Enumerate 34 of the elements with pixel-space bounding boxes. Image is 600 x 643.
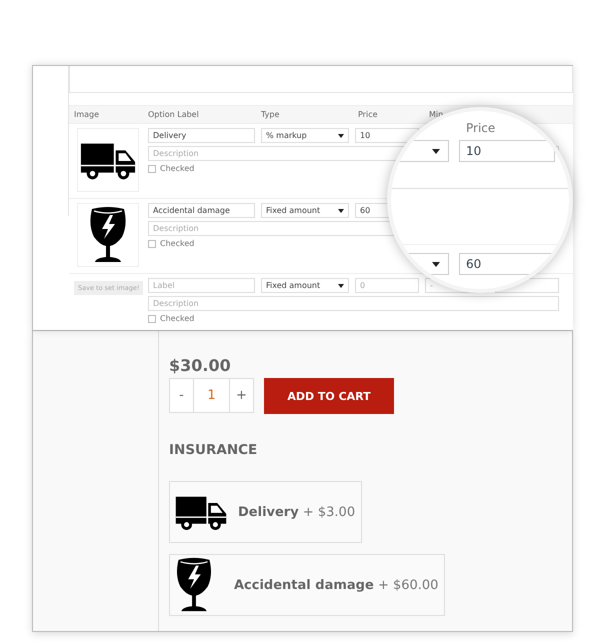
column-header: Price [466,121,496,137]
type-select[interactable]: Fixed amount [261,203,349,218]
column-header: Option Label [148,110,200,119]
column-header: Image [73,110,100,119]
checkbox[interactable] [148,240,156,248]
image-thumbnail[interactable] [77,203,139,267]
image-thumbnail[interactable] [77,128,139,192]
checkbox-label: Checked [160,164,194,173]
column-header: Type [261,110,280,119]
quantity-field[interactable]: 1 [194,378,229,413]
decrease-button[interactable]: - [169,378,194,413]
increase-button[interactable]: + [229,378,254,413]
add-to-cart-button[interactable]: ADD TO CART [264,378,394,414]
type-select[interactable]: % markup [261,128,349,143]
section-heading: INSURANCE [169,442,258,458]
checkbox[interactable] [148,314,156,322]
broken-glass-icon [88,205,128,265]
option-label: Delivery + $3.00 [238,504,356,520]
option-label: Accidental damage + $60.00 [234,578,438,592]
column-header: Min [429,110,444,119]
checkbox-label: Checked [160,239,194,248]
label-field[interactable]: Accidental damage [148,203,255,218]
label-field[interactable]: Delivery [148,128,255,143]
insurance-option[interactable]: Delivery + $3.00 [169,481,362,543]
price-field[interactable]: 10 [459,140,555,162]
broken-glass-icon [174,556,214,614]
product-price: $30.00 [169,357,231,375]
truck-icon [174,494,228,530]
checkbox-label: Checked [160,314,194,323]
price-field[interactable]: 10 [355,128,419,143]
column-header: Price [358,110,379,119]
checkbox[interactable] [148,164,156,172]
type-select[interactable]: Fixed amount [261,278,349,293]
insurance-option[interactable]: Accidental damage + $60.00 [169,554,446,616]
